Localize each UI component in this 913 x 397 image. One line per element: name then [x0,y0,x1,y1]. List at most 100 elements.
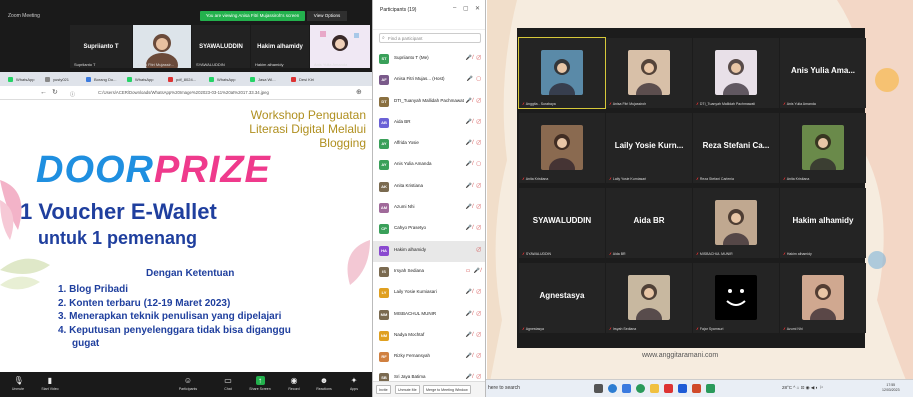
participant-row[interactable]: HA Hakim alhamidy ▢̸ [373,240,485,262]
view-options-button[interactable]: View Options [307,11,347,21]
gallery-video-tile[interactable]: Laily Yosie Kurn... ✗ Laily Yosie Kurnias… [606,113,692,183]
gallery-video-tile[interactable]: ✗ MISBACHUL MUNIR [693,188,779,258]
participants-button[interactable]: ☺ Participants [174,376,202,391]
top-video-tile[interactable]: Hakim alhamidy Hakim alhamidy [251,25,309,68]
browser-tab[interactable]: Borang Do... [84,74,124,85]
back-icon[interactable]: ← [40,89,47,97]
word-icon[interactable] [678,384,687,393]
participant-row[interactable]: RF Rizky Fernansyah 🎤̸ ▢̸ [373,347,485,368]
info-icon[interactable]: ⓘ [70,91,75,99]
gallery-video-tile[interactable]: ✗ Fajar Syamsuri [693,263,779,333]
browser-tab[interactable]: yusty021 [43,74,83,85]
mic-video-status-icon[interactable]: ▭ 🎤̸ [466,268,482,274]
participant-row[interactable]: CP Cahyo Prasetyo 🎤̸ ▢̸ [373,219,485,240]
browser-tab[interactable]: WhatsApp [125,74,165,85]
browser-tab[interactable]: Desi Kiri [289,74,329,85]
mic-video-status-icon[interactable]: 🎤̸ ▢̸ [466,183,482,189]
powerpoint-icon[interactable] [692,384,701,393]
task-view-icon[interactable] [594,384,603,393]
minimize-icon[interactable]: – [453,5,456,11]
share-screen-button[interactable]: ↑ Share Screen [246,376,274,391]
gallery-video-tile[interactable]: ✗ Anggita - Surabaya [518,37,606,109]
chrome-icon[interactable] [636,384,645,393]
zoom-icon[interactable]: ⊕ [356,89,362,97]
participant-row[interactable]: LY Laily Yosie Kurniasari 🎤̸ ▢̸ [373,283,485,304]
top-video-tile[interactable]: Anis Yulia Amanda [310,25,370,68]
excel-icon[interactable] [706,384,715,393]
mic-video-status-icon[interactable]: 🎤̸ ▢̸ [466,289,482,295]
toolbar-label: Unmute [11,387,25,391]
mic-video-status-icon[interactable]: 🎤̸ ▢̸ [466,374,482,380]
close-icon[interactable]: ✕ [475,5,480,12]
participant-row[interactable]: AM Azumi Nhi 🎤̸ ▢̸ [373,198,485,219]
gallery-video-tile[interactable]: Anis Yulia Ama... ✗ Anis Yulia Amanda [780,38,866,108]
participant-search-input[interactable]: ⌕ Find a participant [379,33,481,43]
folder-icon[interactable] [650,384,659,393]
top-video-tile[interactable]: Anisa Fitri Mujassir... [133,25,191,68]
browser-tab[interactable]: Jasa Wi... [248,74,288,85]
gallery-video-tile[interactable]: ✗ Anita Kristiana [519,113,605,183]
participant-row[interactable]: AK Anita Kristiana 🎤̸ ▢̸ [373,177,485,198]
participant-row[interactable]: MM MISBACHUL MUNIR 🎤̸ ▢̸ [373,305,485,326]
terms-item: 3. Menerapkan teknik penulisan yang dipe… [58,311,282,322]
chat-button[interactable]: ▭ Chat [214,376,242,391]
reactions-button[interactable]: ☻ Reactions [310,376,338,391]
tile-caption: ✗ Aida BR [609,252,626,256]
address-input[interactable]: C:/Users/ACER/Downloads/WhatsApp%20Image… [98,90,269,95]
mic-video-status-icon[interactable]: 🎤 ▢ [467,76,482,82]
start-video-button[interactable]: ▮ Start Video [36,376,64,391]
gallery-video-tile[interactable]: ✗ DTI_Tuanyah Mallidah Pachmawati [693,38,779,108]
record-button[interactable]: ◉ Record [280,376,308,391]
participant-row[interactable]: DT DTI_Tuanyah Mallidah Pachmawati 🎤̸ ▢̸ [373,92,485,113]
participant-row[interactable]: IS Irsyah Sediana ▭ 🎤̸ [373,262,485,283]
gallery-video-tile[interactable]: ✗ Azumi Nhi [780,263,866,333]
participant-row[interactable]: AF Anisa Fitri Mujas... (Host) 🎤 ▢ [373,70,485,91]
invite-button[interactable]: Invite [376,385,391,394]
tile-sub-name: Hakim alhamidy [786,252,812,256]
top-video-tile[interactable]: SYAWALUDDIN SYAWALUDDIN [192,25,250,68]
browser-tab[interactable]: WhatsApp [207,74,247,85]
mic-video-status-icon[interactable]: ▢̸ [476,247,482,253]
gallery-video-tile[interactable]: Hakim alhamidy ✗ Hakim alhamidy [780,188,866,258]
mic-video-status-icon[interactable]: 🎤̸ ▢̸ [466,311,482,317]
gallery-video-tile[interactable]: ✗ Irsyah Sediana [606,263,692,333]
top-video-tile[interactable]: Supriianto T Supriianto T [70,25,132,68]
gallery-video-tile[interactable]: SYAWALUDDIN ✗ SYAWALUDDIN [519,188,605,258]
gallery-video-tile[interactable]: ✗ Anita Kristiana [780,113,866,183]
zoom-app-icon[interactable] [622,384,631,393]
tile-sub-name: Anggita - Surabaya [525,102,556,106]
taskbar-search[interactable]: here to search [488,385,520,391]
apps-button[interactable]: ✦ Apps [340,376,368,391]
gallery-video-tile[interactable]: ✗ Anisa Fitri Mujassiroh [606,38,692,108]
merge-window-button[interactable]: Merge to Meeting Window [423,385,471,394]
mic-video-status-icon[interactable]: 🎤̸ ▢̸ [466,225,482,231]
participant-row[interactable]: AB Aida BR 🎤̸ ▢̸ [373,113,485,134]
gallery-video-tile[interactable]: Agnestasya ✗ Agnestasya [519,263,605,333]
mic-video-status-icon[interactable]: 🎤̸ ▢̸ [466,140,482,146]
unmute-me-button[interactable]: Unmute Me [395,385,420,394]
pdf-app-icon[interactable] [664,384,673,393]
mic-video-status-icon[interactable]: 🎤̸ ▢̸ [466,353,482,359]
participant-row[interactable]: AY Affrida Yosie 🎤̸ ▢̸ [373,134,485,155]
participant-row[interactable]: ST Supriianto T (Me) 🎤̸ ▢̸ [373,49,485,70]
participant-row[interactable]: AY Anis Yulia Amanda 🎤̸ ▢ [373,155,485,176]
mic-video-status-icon[interactable]: 🎤̸ ▢ [466,161,482,167]
taskbar-clock[interactable]: 17:55 12/03/2023 [882,383,900,393]
avatar: LY [379,288,389,299]
toolbar-label: Participants [178,387,198,391]
gallery-video-tile[interactable]: Aida BR ✗ Aida BR [606,188,692,258]
mic-video-status-icon[interactable]: 🎤̸ ▢̸ [466,332,482,338]
mic-video-status-icon[interactable]: 🎤̸ ▢̸ [466,55,482,61]
edge-icon[interactable] [608,384,617,393]
browser-tab[interactable]: WhatsApp [6,74,42,85]
browser-tab[interactable]: pdf_8024... [166,74,206,85]
mic-video-status-icon[interactable]: 🎤̸ ▢̸ [466,204,482,210]
participant-row[interactable]: NM Nadya Mochtaf 🎤̸ ▢̸ [373,326,485,347]
gallery-video-tile[interactable]: Reza Stefani Ca... ✗ Reza Stefani Carleni… [693,113,779,183]
maximize-icon[interactable]: ▢ [463,5,469,12]
system-tray[interactable]: 28°C ^ ⌂ ⊡ ◉ ◀ ◐ ⚐ [782,385,824,391]
mic-video-status-icon[interactable]: 🎤̸ ▢̸ [466,119,482,125]
unmute-button[interactable]: 🎙 Unmute [4,376,32,391]
reload-icon[interactable]: ↻ [52,89,58,97]
mic-video-status-icon[interactable]: 🎤̸ ▢̸ [466,98,482,104]
